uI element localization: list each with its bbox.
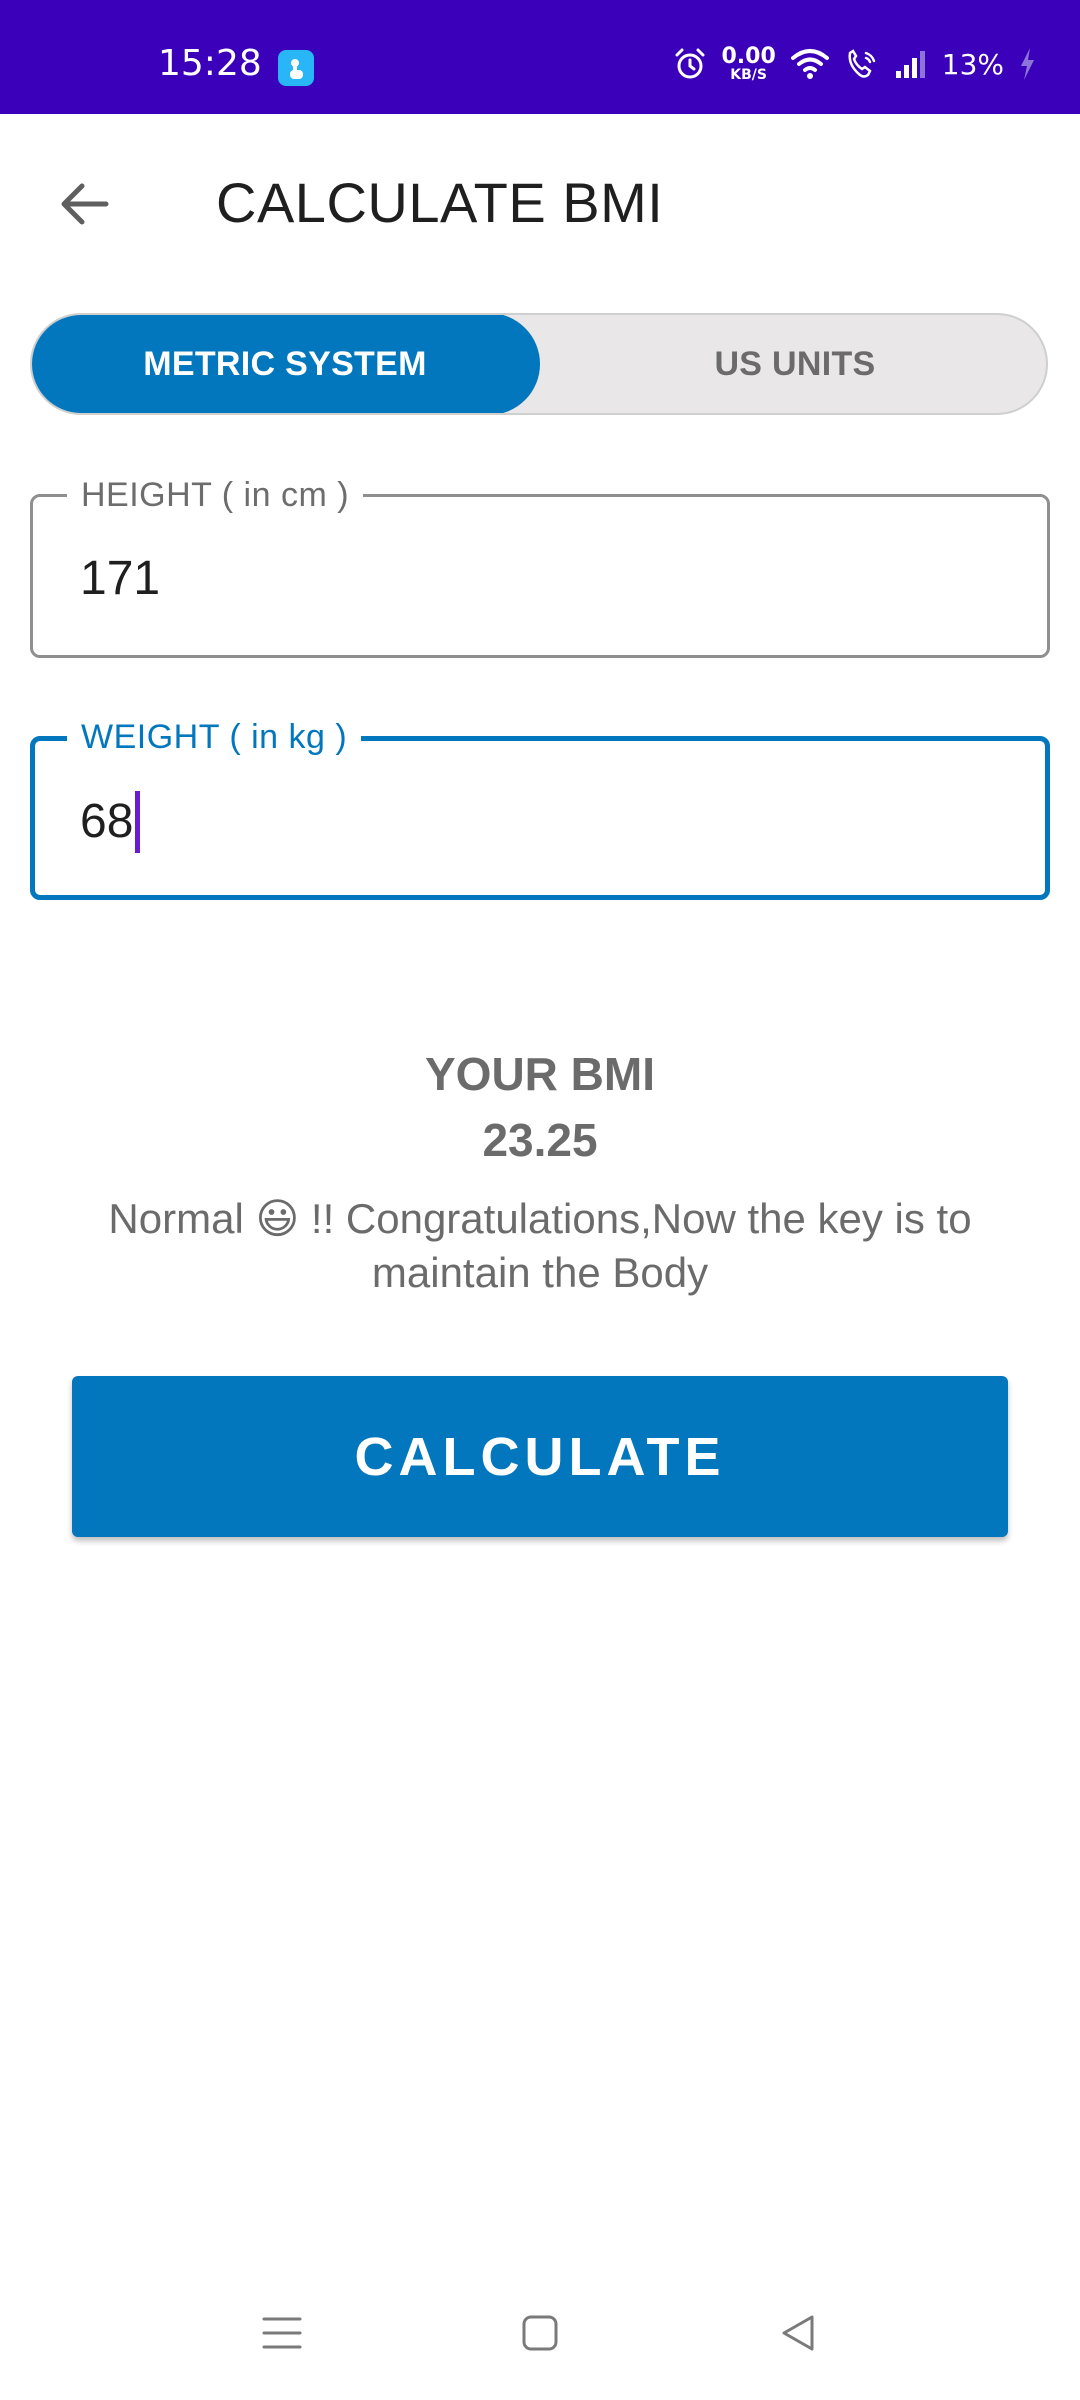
unit-system-toggle: METRIC SYSTEM US UNITS: [30, 313, 1048, 415]
signal-icon: [894, 49, 928, 79]
recents-button[interactable]: [237, 2288, 327, 2378]
height-input-value: 171: [80, 552, 161, 605]
bmi-calculator-screen: 15:28 0.00 KB/S 13% CALCULATE BMI METRIC…: [0, 0, 1080, 2400]
bmi-result-value: 23.25: [482, 1114, 598, 1166]
bmi-result-title: YOUR BMI: [425, 1048, 655, 1100]
wifi-icon: [790, 47, 830, 81]
status-indicators: 0.00 KB/S 13%: [673, 42, 1036, 86]
status-bar: 15:28 0.00 KB/S 13%: [0, 0, 1080, 114]
network-speed-value: 0.00: [721, 44, 776, 69]
tab-metric-system[interactable]: METRIC SYSTEM: [32, 315, 540, 413]
wifi-calling-icon: [844, 47, 880, 81]
arrow-left-icon: [61, 183, 109, 225]
height-field[interactable]: HEIGHT ( in cm ) 171: [30, 475, 1050, 658]
page-title: CALCULATE BMI: [216, 171, 664, 234]
network-speed: 0.00 KB/S: [721, 44, 776, 83]
status-time: 15:28: [158, 43, 262, 84]
tab-us-units[interactable]: US UNITS: [540, 315, 1046, 413]
weight-field[interactable]: WEIGHT ( in kg ) 68: [30, 717, 1050, 900]
home-square-icon: [522, 2315, 558, 2351]
alarm-icon: [673, 47, 707, 81]
touch-app-notification-icon: [278, 50, 314, 86]
back-triangle-icon: [782, 2315, 814, 2351]
charging-bolt-icon: [1018, 47, 1036, 81]
height-field-label: HEIGHT ( in cm ): [67, 475, 364, 515]
text-cursor: [135, 791, 141, 853]
menu-icon: [262, 2317, 302, 2349]
weight-field-label: WEIGHT ( in kg ): [67, 717, 362, 757]
back-button[interactable]: [44, 164, 124, 244]
bmi-result-message: Normal 😃 !! Congratulations,Now the key …: [108, 1195, 972, 1296]
weight-input-value: 68: [80, 795, 134, 848]
app-bar: CALCULATE BMI: [0, 114, 1080, 284]
weight-input[interactable]: 68: [80, 791, 141, 853]
network-speed-unit: KB/S: [730, 67, 767, 83]
system-navigation-bar: [0, 2268, 1080, 2400]
system-back-button[interactable]: [753, 2288, 843, 2378]
battery-percent: 13%: [941, 47, 1004, 81]
height-input[interactable]: 171: [80, 549, 160, 609]
home-button[interactable]: [495, 2288, 585, 2378]
calculate-button[interactable]: CALCULATE: [72, 1376, 1008, 1537]
